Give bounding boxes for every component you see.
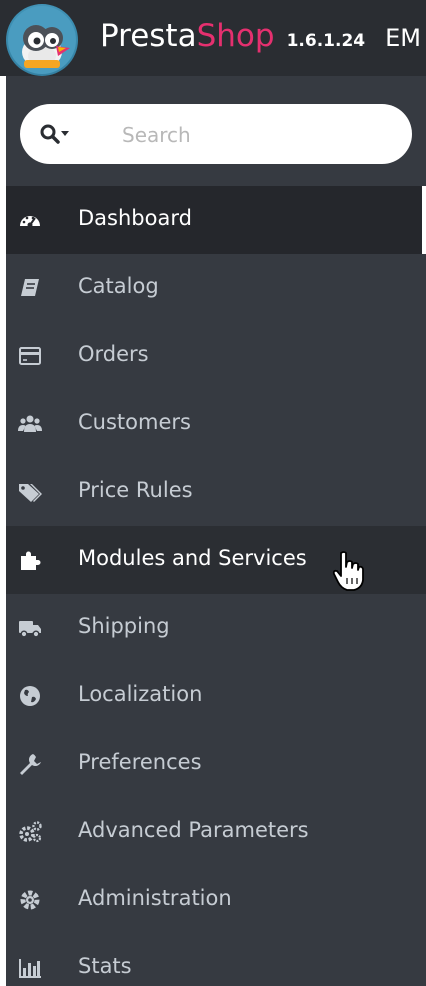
sidebar-item-shipping[interactable]: Shipping xyxy=(6,594,426,662)
search-input[interactable] xyxy=(120,116,394,154)
sidebar-item-label: Stats xyxy=(78,954,132,978)
credit-card-icon xyxy=(18,344,42,368)
sidebar-item-administration[interactable]: Administration xyxy=(6,866,426,934)
sidebar-item-label: Advanced Parameters xyxy=(78,818,309,842)
gear-icon xyxy=(18,888,42,912)
brand-shop: Shop xyxy=(196,18,275,54)
wrench-icon xyxy=(18,752,42,776)
sidebar-item-label: Orders xyxy=(78,342,149,366)
sidebar-item-localization[interactable]: Localization xyxy=(6,662,426,730)
truck-icon xyxy=(18,616,42,640)
users-icon xyxy=(18,412,42,436)
search-bar xyxy=(20,104,412,164)
sidebar-item-customers[interactable]: Customers xyxy=(6,390,426,458)
top-header: Presta Shop 1.6.1.24 EM xyxy=(0,0,426,76)
sidebar-item-label: Customers xyxy=(78,410,191,434)
app: Presta Shop 1.6.1.24 EM Search Dashboard… xyxy=(0,0,426,986)
globe-icon xyxy=(18,684,42,708)
bar-chart-icon xyxy=(18,956,42,980)
shop-name-truncated[interactable]: EM xyxy=(385,24,421,52)
hand-cursor-icon xyxy=(332,550,366,592)
sidebar-item-label: Administration xyxy=(78,886,232,910)
sidebar-item-label: Preferences xyxy=(78,750,202,774)
search-box xyxy=(20,104,412,164)
sidebar-item-price-rules[interactable]: Price Rules xyxy=(6,458,426,526)
cogs-icon xyxy=(18,820,42,844)
sidebar-item-dashboard[interactable]: Dashboard xyxy=(6,186,426,254)
sidebar-item-preferences[interactable]: Preferences xyxy=(6,730,426,798)
tags-icon xyxy=(18,480,42,504)
dashboard-icon xyxy=(18,208,42,232)
sidebar-item-label: Dashboard xyxy=(78,206,192,230)
sidebar-item-modules-and-services[interactable]: Modules and Services xyxy=(6,526,426,594)
brand-presta: Presta xyxy=(100,18,197,54)
prestashop-logo[interactable] xyxy=(6,4,78,76)
sidebar-item-label: Modules and Services xyxy=(78,546,307,570)
book-icon xyxy=(18,276,42,300)
sidebar-item-label: Shipping xyxy=(78,614,170,638)
brand-name: Presta Shop 1.6.1.24 EM xyxy=(100,18,421,58)
search-icon[interactable] xyxy=(40,124,70,146)
sidebar-item-label: Localization xyxy=(78,682,203,706)
puzzle-icon xyxy=(18,548,42,572)
sidebar: Dashboard Catalog Orders Customers xyxy=(6,76,426,986)
active-indicator xyxy=(422,186,426,254)
sidebar-item-label: Catalog xyxy=(78,274,159,298)
sidebar-item-catalog[interactable]: Catalog xyxy=(6,254,426,322)
sidebar-item-advanced-parameters[interactable]: Advanced Parameters xyxy=(6,798,426,866)
sidebar-item-stats[interactable]: Stats xyxy=(6,934,426,986)
sidebar-item-label: Price Rules xyxy=(78,478,193,502)
sidebar-menu: Dashboard Catalog Orders Customers Price… xyxy=(6,186,426,986)
sidebar-item-orders[interactable]: Orders xyxy=(6,322,426,390)
version-label: 1.6.1.24 xyxy=(286,31,366,51)
